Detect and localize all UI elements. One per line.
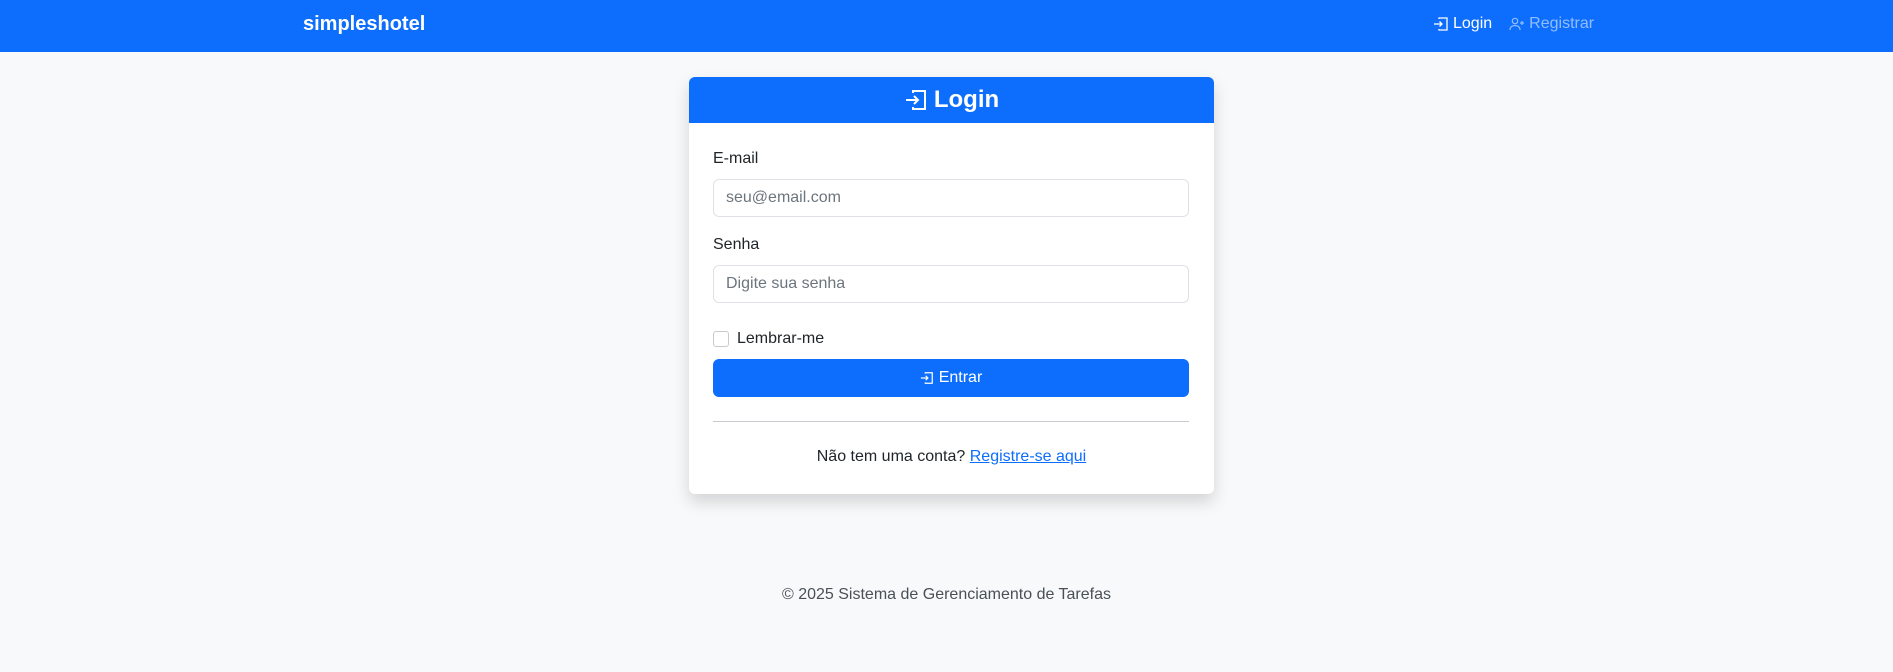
remember-row: Lembrar-me [713, 330, 824, 348]
brand-logo[interactable]: simpleshotel [303, 13, 425, 36]
password-input[interactable] [713, 265, 1189, 303]
register-link[interactable]: Registre-se aqui [970, 448, 1087, 465]
email-label: E-mail [713, 150, 759, 167]
submit-button[interactable]: Entrar [713, 359, 1189, 397]
nav-links: Login Registrar [1433, 15, 1594, 33]
login-icon [905, 90, 926, 110]
submit-label: Entrar [938, 369, 983, 386]
login-card: Login E-mail Senha Lembrar-me Entrar Não… [689, 77, 1214, 494]
nav-login-link[interactable]: Login [1433, 15, 1492, 33]
register-prompt: Não tem uma conta? [816, 448, 966, 465]
page-footer: © 2025 Sistema de Gerenciamento de Taref… [0, 586, 1893, 604]
email-input[interactable] [713, 179, 1189, 217]
login-card-header: Login [689, 77, 1214, 123]
form-divider [713, 421, 1189, 422]
footer-text: © 2025 Sistema de Gerenciamento de Taref… [781, 586, 1111, 603]
nav-register-label: Registrar [1529, 15, 1595, 32]
nav-login-label: Login [1453, 15, 1493, 32]
remember-checkbox[interactable] [713, 331, 729, 347]
top-navbar: simpleshotel Login Registrar [0, 0, 1893, 52]
login-icon [1434, 17, 1448, 31]
nav-register-link[interactable]: Registrar [1509, 15, 1594, 33]
register-prompt-row: Não tem uma conta? Registre-se aqui [689, 448, 1214, 466]
remember-label[interactable]: Lembrar-me [737, 330, 824, 348]
login-icon [920, 372, 933, 384]
password-label: Senha [713, 236, 760, 253]
login-title: Login [933, 86, 1000, 113]
person-plus-icon [1509, 17, 1525, 31]
